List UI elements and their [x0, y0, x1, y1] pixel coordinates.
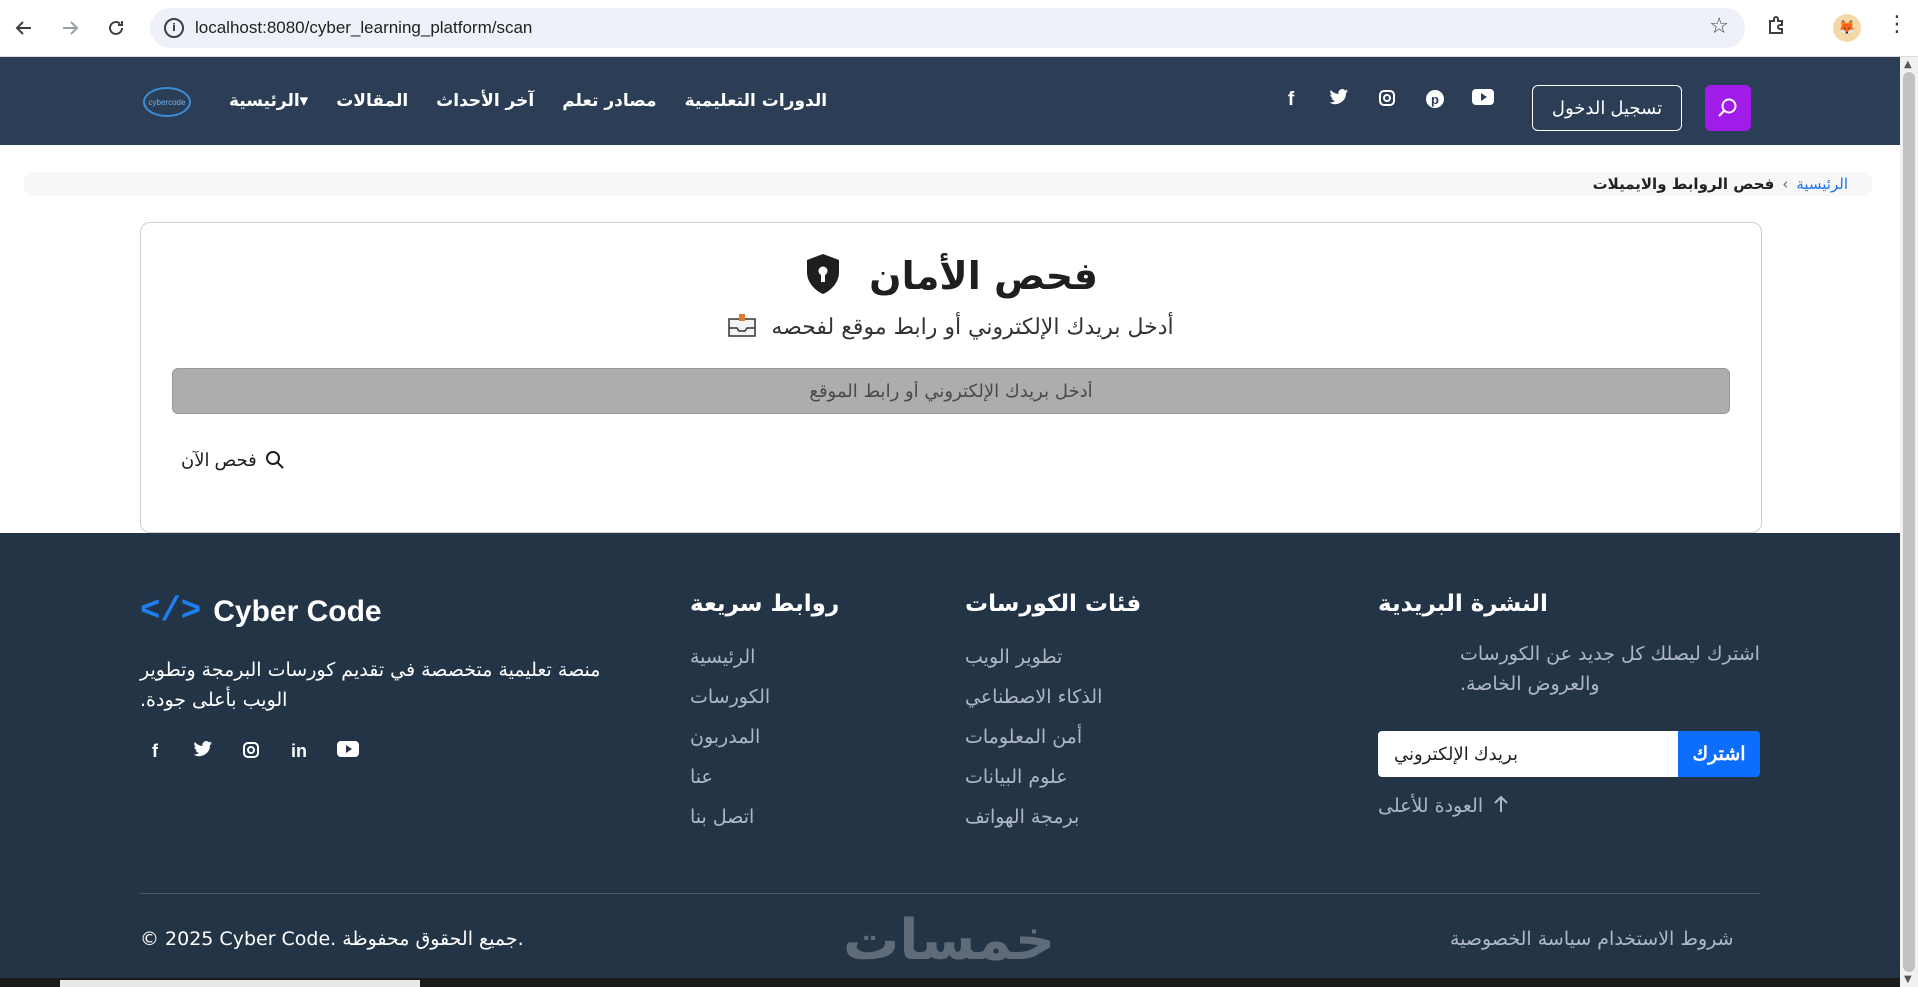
site-logo[interactable]: cybercode: [143, 87, 191, 117]
search-button[interactable]: [1705, 85, 1751, 131]
breadcrumb: الرئيسية › فحص الروابط والايميلات: [23, 172, 1873, 196]
scroll-up-arrow-icon[interactable]: ▲: [1904, 59, 1912, 70]
breadcrumb-current: فحص الروابط والايميلات: [1592, 175, 1775, 193]
bookmark-star-icon[interactable]: ☆: [1709, 14, 1729, 39]
brand-description: منصة تعليمية متخصصة في تقديم كورسات البر…: [140, 659, 601, 711]
newsletter-description: اشترك ليصلك كل جديد عن الكورسات والعروض …: [1460, 643, 1760, 695]
breadcrumb-separator: ›: [1782, 175, 1789, 193]
nav-item-resources[interactable]: مصادر تعلم: [548, 85, 670, 117]
footer-link-about[interactable]: عنا: [690, 765, 870, 805]
address-bar[interactable]: i localhost:8080/cyber_learning_platform…: [150, 8, 1745, 48]
category-link-data-science[interactable]: علوم البيانات: [965, 765, 1185, 805]
footer-brand: </> Cyber Code: [140, 593, 382, 631]
shield-lock-icon: [804, 253, 842, 304]
category-link-security[interactable]: أمن المعلومات: [965, 725, 1185, 765]
subscribe-button[interactable]: اشترك: [1678, 731, 1760, 777]
nav-item-courses[interactable]: الدورات التعليمية: [671, 85, 841, 117]
footer-social-links: f in: [145, 741, 359, 764]
twitter-icon[interactable]: [1328, 89, 1350, 113]
footer-quick-links: روابط سريعة الرئيسية الكورسات المدربون ع…: [690, 591, 870, 845]
newsletter-form: اشترك: [1378, 731, 1760, 777]
category-link-mobile[interactable]: برمجة الهواتف: [965, 805, 1185, 845]
reload-icon[interactable]: [102, 14, 130, 42]
bottom-strip-thumbnail: [60, 980, 420, 987]
nav-item-home[interactable]: الرئيسية▾: [215, 85, 322, 117]
footer-course-categories: فئات الكورسات تطوير الويب الذكاء الاصطنا…: [965, 591, 1185, 845]
site-info-icon[interactable]: i: [164, 18, 184, 38]
url-text: localhost:8080/cyber_learning_platform/s…: [195, 18, 533, 37]
scan-subtitle: أدخل بريدك الإلكتروني أو رابط موقع لفحصه: [141, 313, 1761, 343]
terms-link[interactable]: شروط الاستخدام: [1597, 928, 1733, 950]
search-icon: [1718, 98, 1737, 117]
scan-input[interactable]: [172, 368, 1730, 414]
newsletter-email-input[interactable]: [1378, 731, 1678, 777]
header-social-links: f p: [1280, 89, 1494, 113]
categories-title: فئات الكورسات: [965, 591, 1142, 617]
code-brackets-icon: </>: [140, 593, 202, 631]
scroll-down-arrow-icon[interactable]: ▼: [1904, 974, 1912, 985]
instagram-icon[interactable]: [241, 741, 261, 764]
svg-text:p: p: [1431, 92, 1439, 107]
back-to-top-link[interactable]: العودة للأعلى: [1378, 791, 1509, 821]
scan-title: فحص الأمان: [141, 253, 1761, 304]
scan-title-text: فحص الأمان: [869, 254, 1099, 298]
arrow-up-icon: [1493, 794, 1509, 819]
youtube-icon[interactable]: [1472, 89, 1494, 113]
bottom-strip: [0, 978, 1900, 987]
breadcrumb-home-link[interactable]: الرئيسية: [1796, 175, 1848, 193]
khamsat-watermark: خمسات: [843, 908, 1056, 973]
page-scrollbar[interactable]: ▲ ▼: [1900, 57, 1918, 987]
footer-newsletter: النشرة البريدية اشترك ليصلك كل جديد عن ا…: [1378, 591, 1760, 817]
footer-link-courses[interactable]: الكورسات: [690, 685, 870, 725]
linkedin-icon[interactable]: in: [289, 741, 309, 764]
scan-card: فحص الأمان أدخل بريدك الإلكتروني أو رابط…: [140, 222, 1762, 533]
extensions-icon[interactable]: [1765, 14, 1791, 40]
nav-item-events[interactable]: آخر الأحداث: [422, 85, 548, 117]
pinterest-icon[interactable]: p: [1424, 89, 1446, 113]
twitter-icon[interactable]: [193, 741, 213, 764]
facebook-icon[interactable]: f: [145, 741, 165, 764]
facebook-icon[interactable]: f: [1280, 89, 1302, 113]
profile-avatar[interactable]: 🦊: [1833, 14, 1861, 42]
scan-now-label: فحص الآن: [181, 449, 257, 470]
browser-toolbar: i localhost:8080/cyber_learning_platform…: [0, 0, 1918, 57]
site-header: cybercode الرئيسية▾ المقالات آخر الأحداث…: [0, 57, 1900, 145]
footer-link-contact[interactable]: اتصل بنا: [690, 805, 870, 845]
privacy-link[interactable]: سياسة الخصوصية: [1450, 928, 1591, 950]
category-link-web[interactable]: تطوير الويب: [965, 645, 1185, 685]
back-to-top-label: العودة للأعلى: [1378, 795, 1484, 817]
back-arrow-icon[interactable]: [10, 14, 38, 42]
magnifier-icon: [265, 451, 284, 469]
inbox-icon: [728, 313, 757, 343]
youtube-icon[interactable]: [337, 741, 359, 764]
newsletter-title: النشرة البريدية: [1378, 591, 1548, 617]
category-link-ai[interactable]: الذكاء الاصطناعي: [965, 685, 1185, 725]
nav-item-articles[interactable]: المقالات: [322, 85, 422, 117]
quick-links-title: روابط سريعة: [690, 591, 840, 617]
scan-now-button[interactable]: فحص الآن: [181, 445, 285, 475]
main-nav: الرئيسية▾ المقالات آخر الأحداث مصادر تعل…: [215, 85, 841, 117]
footer-link-instructors[interactable]: المدربون: [690, 725, 870, 765]
browser-menu-icon[interactable]: ⋮: [1886, 12, 1908, 37]
copyright-text: © 2025 Cyber Code. جميع الحقوق محفوظة.: [140, 928, 524, 950]
instagram-icon[interactable]: [1376, 89, 1398, 113]
site-footer: </> Cyber Code منصة تعليمية متخصصة في تق…: [0, 533, 1900, 987]
forward-arrow-icon[interactable]: [56, 14, 84, 42]
brand-name: Cyber Code: [213, 595, 382, 628]
scan-subtitle-text: أدخل بريدك الإلكتروني أو رابط موقع لفحصه: [771, 315, 1174, 340]
footer-link-home[interactable]: الرئيسية: [690, 645, 870, 685]
scrollbar-thumb[interactable]: [1903, 72, 1915, 972]
login-button[interactable]: تسجيل الدخول: [1532, 85, 1682, 131]
footer-divider: [140, 893, 1760, 894]
footer-policy-links: شروط الاستخدام سياسة الخصوصية: [1450, 928, 1734, 950]
